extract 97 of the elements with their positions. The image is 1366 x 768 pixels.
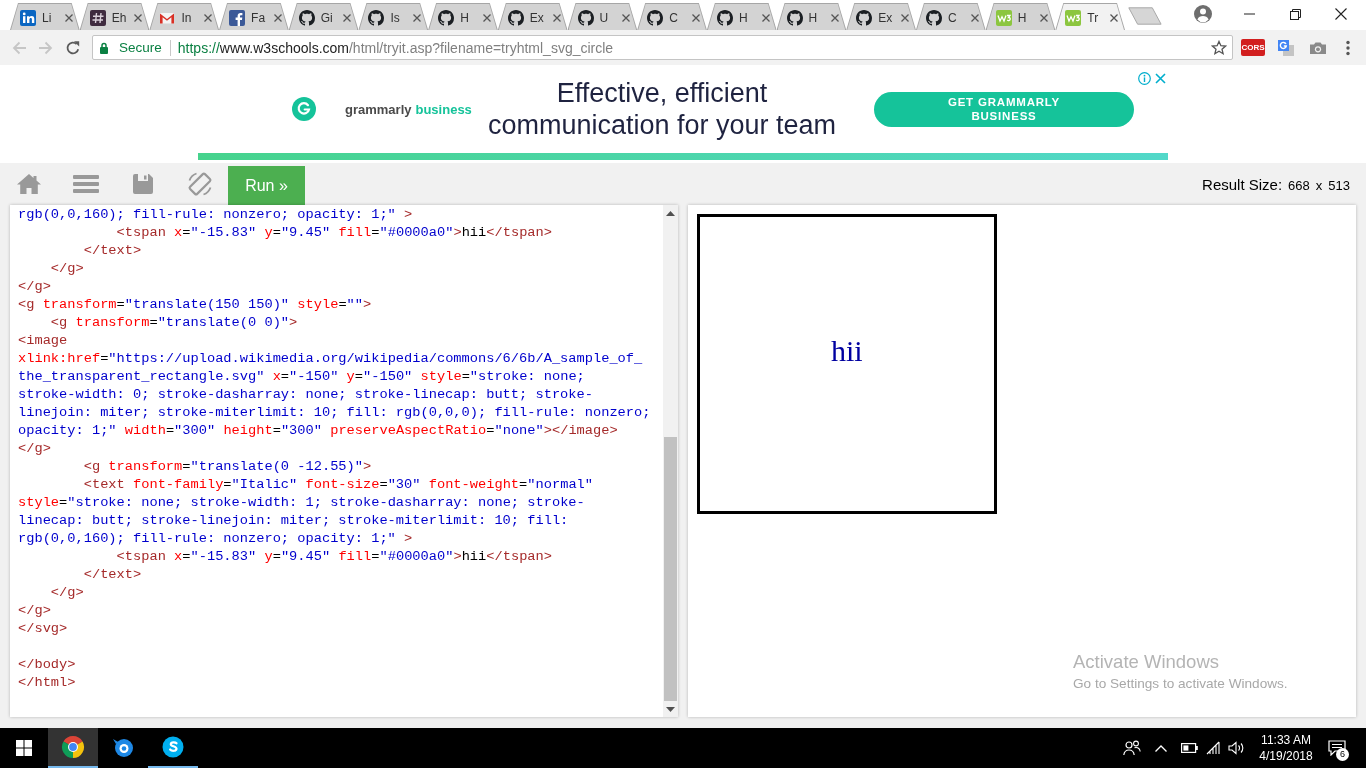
security-label: Secure [119,40,162,55]
volume-icon[interactable] [1227,741,1245,755]
result-size-label: Result Size: [1202,175,1283,193]
code-line: </svg> [18,620,68,638]
notification-icon[interactable] [1328,740,1346,756]
browser-tab[interactable]: H [428,3,498,30]
browser-tab[interactable]: U [567,3,638,30]
browser-tab[interactable]: Is [358,3,429,30]
browser-tab[interactable]: C [915,3,986,30]
info-icon[interactable] [1138,72,1151,85]
cat-logo-icon [507,9,524,26]
browser-tab[interactable]: Gi [288,3,359,30]
code-line: the_transparent_rectangle.svg" x="-150" y="-150" style="stroke: none; [18,368,585,386]
cat-logo-icon [368,9,385,26]
code-line: <g transform="translate(150 150)" style=""> [18,296,372,314]
signal-icon[interactable] [1205,741,1223,755]
account-icon[interactable] [1193,4,1213,24]
code-line: rgb(0,0,160); fill-rule: nonzero; opacity: 1;" > [18,206,413,224]
code-line: <g transform="translate(0 0)"> [50,314,298,332]
cat-logo-icon [786,9,803,26]
code-line: </g> [50,584,84,602]
code-line: </g> [18,278,51,296]
notification-badge: 6 [1336,748,1349,761]
scroll-down-icon[interactable] [666,707,675,712]
cat-logo-icon [298,9,315,26]
translate-icon[interactable] [1277,38,1295,57]
size-separator: x [1315,177,1323,193]
code-line: <tspan x="-15.83" y="9.45" fill="#0000a0">hii</tspan> [116,224,552,242]
code-line: </text> [83,566,142,584]
ad-headline: Effective, efficient communication for your team [486,77,838,141]
code-line: stroke-width: 0; stroke-dasharray: none; stroke-linecap: butt; stroke- [18,386,593,404]
scroll-up-icon[interactable] [666,211,675,216]
url-text: https://www.w3schools.com/html/tryit.asp?filename=tryhtml_svg_circle [177,39,614,56]
browser-tab[interactable]: H [985,3,1056,30]
code-line: rgb(0,0,160); fill-rule: nonzero; opacity: 1;" > [18,530,413,548]
g-logo-icon [292,97,316,121]
scrollbar-thumb[interactable] [664,437,677,701]
clock-time: 11:33 AM [1261,732,1311,748]
browser-tab[interactable]: H [776,3,847,30]
reload-icon[interactable] [64,39,81,56]
restore-icon[interactable] [1289,8,1301,20]
activation-message: Go to Settings to activate Windows. [1073,675,1288,693]
code-line: </body> [18,656,76,674]
address-field[interactable]: Secure https://www.w3schools.com/html/tryit.asp?filename=tryhtml_svg_circle [92,35,1233,60]
cat-logo-icon [438,9,455,26]
result-height: 513 [1328,177,1350,193]
code-line: </g> [18,602,51,620]
result-width: 668 [1288,177,1310,193]
close-icon[interactable] [1335,8,1347,20]
camera-icon[interactable] [1309,40,1327,55]
extension-button[interactable]: CORS [1241,39,1265,56]
code-line: opacity: 1;" width="300" height="300" preserveAspectRatio="none"></image> [18,422,618,440]
start-icon[interactable] [16,740,32,756]
ring-logo-icon [61,735,85,759]
browser-tab[interactable]: Eh [79,3,150,30]
cat-logo-icon [856,9,873,26]
browser-tab[interactable]: Ex [497,3,568,30]
cat-logo-icon [577,9,594,26]
chevron-up-icon[interactable] [1155,744,1167,752]
code-line: <image [18,332,68,350]
s-logo-icon [161,735,185,759]
browser-tab[interactable]: In [149,3,220,30]
menu-icon[interactable] [1346,39,1350,56]
close-icon[interactable] [1110,13,1118,22]
code-line: </g> [18,440,51,458]
browser-tab[interactable]: Li [10,3,80,30]
taskbar-button[interactable] [48,728,98,768]
brand-product: business [415,101,472,117]
code-line: </g> [50,260,84,278]
cat-logo-icon [716,9,733,26]
code-line: </text> [83,242,142,260]
battery-icon[interactable] [1180,743,1198,753]
code-line: <text font-family="Italic" font-size="30" font-weight="normal" [83,476,594,494]
browser-tab[interactable]: Ex [846,3,916,30]
code-line: style="stroke: none; stroke-width: 1; stroke-dasharray: none; stroke- [18,494,585,512]
scrollbar[interactable] [663,205,678,717]
browser-tab[interactable]: H [706,3,777,30]
browser-tab[interactable]: Tr [1055,3,1125,30]
cat-logo-icon [647,9,664,26]
cat-logo-icon [925,9,942,26]
browser-tab[interactable]: Fa [219,3,289,30]
code-line: linecap: butt; stroke-linejoin: miter; stroke-miterlimit: 10; fill: [18,512,569,530]
code-line: <tspan x="-15.83" y="9.45" fill="#0000a0">hii</tspan> [116,548,552,566]
rendered-text: hii [831,334,863,367]
lock-icon [99,41,109,54]
brand-name: grammarly [345,101,412,117]
people-icon[interactable] [1123,740,1141,756]
activation-title: Activate Windows [1073,651,1219,673]
browser-tab[interactable]: C [637,3,707,30]
code-editor[interactable] [10,205,678,717]
code-line: <g transform="translate(0 -12.55)"> [83,458,372,476]
code-line: xlink:href="https://upload.wikimedia.org/wikipedia/commons/6/6b/A_sample_of_ [18,350,643,368]
code-line: </html> [18,674,76,692]
code-line: linejoin: miter; stroke-miterlimit: 10; fill: rgb(0,0,0); fill-rule: nonzero; [18,404,651,422]
clock-date: 4/19/2018 [1259,748,1313,764]
bookmark-star-icon[interactable] [1211,39,1227,56]
minimize-icon[interactable] [1243,13,1255,15]
